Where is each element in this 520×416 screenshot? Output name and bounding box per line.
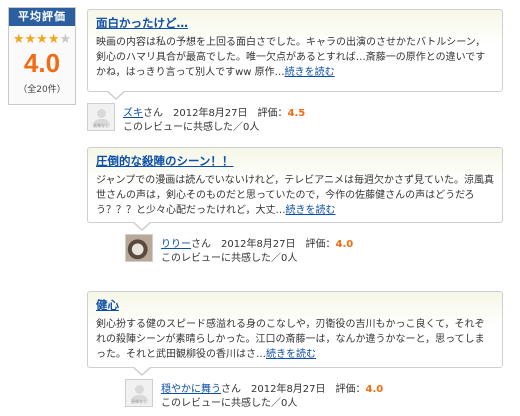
empathy-count: このレビューに共感した／0人 [123, 122, 260, 133]
review-rating: 4.0 [365, 384, 384, 395]
star-icon: ★ [12, 32, 25, 47]
review-count: （全20件） [18, 85, 66, 95]
review-meta: りりーさん 2012年8月27日 評価：4.0 このレビューに共感した／0人 [125, 234, 503, 264]
read-more-link[interactable]: 続きを読む [285, 67, 335, 78]
bubble-tail-fill [107, 90, 125, 98]
review-rating: 4.0 [335, 239, 354, 250]
review-title-link[interactable]: 圧倒的な殺陣のシーン！！ [96, 153, 494, 169]
star-icon: ★ [24, 32, 37, 47]
review-card: 健心 剣心扮する健のスピード感溢れる身のこなしや，刃衛役の吉川もかっこ良くて，そ… [87, 291, 503, 409]
read-more-link[interactable]: 続きを読む [286, 205, 336, 216]
star-empty-icon: ★ [59, 32, 72, 47]
bubble-tail-fill [133, 366, 151, 374]
review-card: 面白かったけど… 映画の内容は私の予想を上回る面白さでした。キャラの出演のさせか… [87, 9, 503, 133]
read-more-link[interactable]: 続きを読む [266, 349, 316, 360]
review-body: 映画の内容は私の予想を上回る面白さでした。キャラの出演のさせかたバトルシーン，剣… [96, 35, 494, 80]
review-rating: 4.5 [287, 108, 306, 119]
review-bubble: 圧倒的な殺陣のシーン！！ ジャンプでの漫画は読んでいないけれど，テレビアニメは毎… [87, 147, 503, 231]
average-stars: ★★★★★ [9, 33, 75, 46]
rating-summary: 平均評価 ★★★★★ 4.0 （全20件） [8, 7, 76, 105]
review-body: ジャンプでの漫画は読んでいないけれど，テレビアニメは毎週欠かさず見ていた。涼風真… [96, 173, 494, 218]
star-icon: ★ [36, 32, 48, 47]
star-icon: ★ [47, 32, 60, 47]
empathy-count: このレビューに共感した／0人 [161, 253, 298, 264]
avatar-caption: 画像なし [93, 123, 109, 128]
user-photo-avatar [125, 234, 153, 262]
review-title-link[interactable]: 健心 [96, 297, 494, 313]
review-bubble: 健心 剣心扮する健のスピード感溢れる身のこなしや，刃衛役の吉川もかっこ良くて，そ… [87, 291, 503, 376]
review-bubble: 面白かったけど… 映画の内容は私の予想を上回る面白さでした。キャラの出演のさせか… [87, 9, 503, 100]
rating-label: 評価： [257, 108, 288, 119]
review-meta: 画像なし 穏やかに舞うさん 2012年8月27日 評価：4.0 このレビューに共… [125, 379, 503, 409]
review-card: 圧倒的な殺陣のシーン！！ ジャンプでの漫画は読んでいないけれど，テレビアニメは毎… [87, 147, 503, 264]
review-title-link[interactable]: 面白かったけど… [96, 15, 494, 31]
summary-heading: 平均評価 [9, 8, 75, 26]
rating-label: 評価： [335, 384, 366, 395]
average-score: 4.0 [23, 48, 61, 78]
review-body: 剣心扮する健のスピード感溢れる身のこなしや，刃衛役の吉川もかっこ良くて，それぞれ… [96, 317, 494, 362]
avatar-placeholder-icon: 画像なし [125, 379, 153, 407]
empathy-count: このレビューに共感した／0人 [161, 398, 298, 409]
review-meta: 画像なし ズキさん 2012年8月27日 評価：4.5 このレビューに共感した／… [87, 103, 503, 133]
rating-label: 評価： [305, 239, 336, 250]
bubble-tail-fill [133, 221, 151, 229]
avatar-caption: 画像なし [131, 399, 147, 404]
avatar-placeholder-icon: 画像なし [87, 103, 115, 131]
